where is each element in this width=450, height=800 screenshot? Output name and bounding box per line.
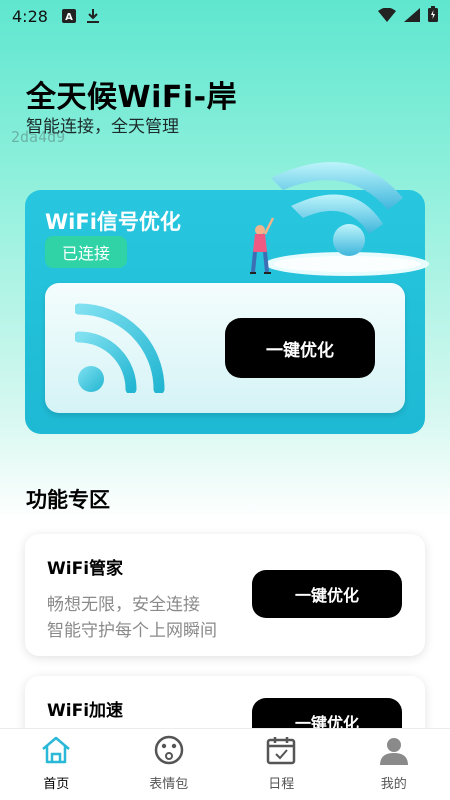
wifi-manager-optimize-button[interactable]: 一键优化 — [252, 570, 402, 618]
battery-icon — [428, 6, 438, 26]
feature-desc-line2: 智能守护每个上网瞬间 — [47, 621, 217, 641]
nav-item-emoji[interactable]: 表情包 — [113, 729, 226, 800]
nav-label-profile: 我的 — [380, 777, 407, 792]
svg-text:A: A — [65, 12, 73, 23]
calendar-icon — [265, 735, 297, 769]
wifi-icon — [378, 7, 396, 26]
wifi-hero-illustration-icon — [243, 148, 433, 284]
text-a-icon: A — [61, 9, 76, 23]
optimize-panel: 一键优化 — [45, 283, 405, 413]
connection-status-badge: 已连接 — [45, 236, 127, 268]
watermark-text: 2da4d9 — [11, 128, 66, 146]
wifi-optimize-card: WiFi信号优化 已连接 一键优化 — [25, 162, 429, 434]
bottom-nav: 首页 表情包 日程 我的 — [0, 728, 450, 800]
nav-item-home[interactable]: 首页 — [0, 729, 113, 800]
feature-title: WiFi加速 — [47, 701, 124, 721]
app-title: 全天候WiFi-岸 — [26, 80, 238, 115]
status-bar: 4:28 A — [0, 0, 450, 32]
feature-desc-line1: 畅想无限，安全连接 — [47, 595, 200, 615]
emoji-face-icon — [153, 735, 185, 769]
nav-label-emoji: 表情包 — [149, 777, 189, 792]
status-time: 4:28 — [12, 6, 48, 26]
nav-item-schedule[interactable]: 日程 — [225, 729, 338, 800]
nav-label-schedule: 日程 — [268, 777, 295, 792]
nav-item-profile[interactable]: 我的 — [338, 729, 450, 800]
user-icon — [378, 735, 410, 769]
one-click-optimize-button[interactable]: 一键优化 — [225, 318, 375, 378]
download-icon — [86, 8, 100, 24]
feature-card-wifi-manager[interactable]: WiFi管家 畅想无限，安全连接 智能守护每个上网瞬间 一键优化 — [25, 534, 425, 656]
card-title: WiFi信号优化 — [45, 210, 181, 234]
wifi-signal-icon — [73, 303, 165, 397]
signal-icon — [404, 7, 420, 26]
status-right-icons — [378, 6, 438, 26]
feature-title: WiFi管家 — [47, 559, 124, 579]
home-icon — [40, 735, 72, 769]
features-section-title: 功能专区 — [26, 488, 110, 512]
nav-label-home: 首页 — [43, 777, 70, 792]
